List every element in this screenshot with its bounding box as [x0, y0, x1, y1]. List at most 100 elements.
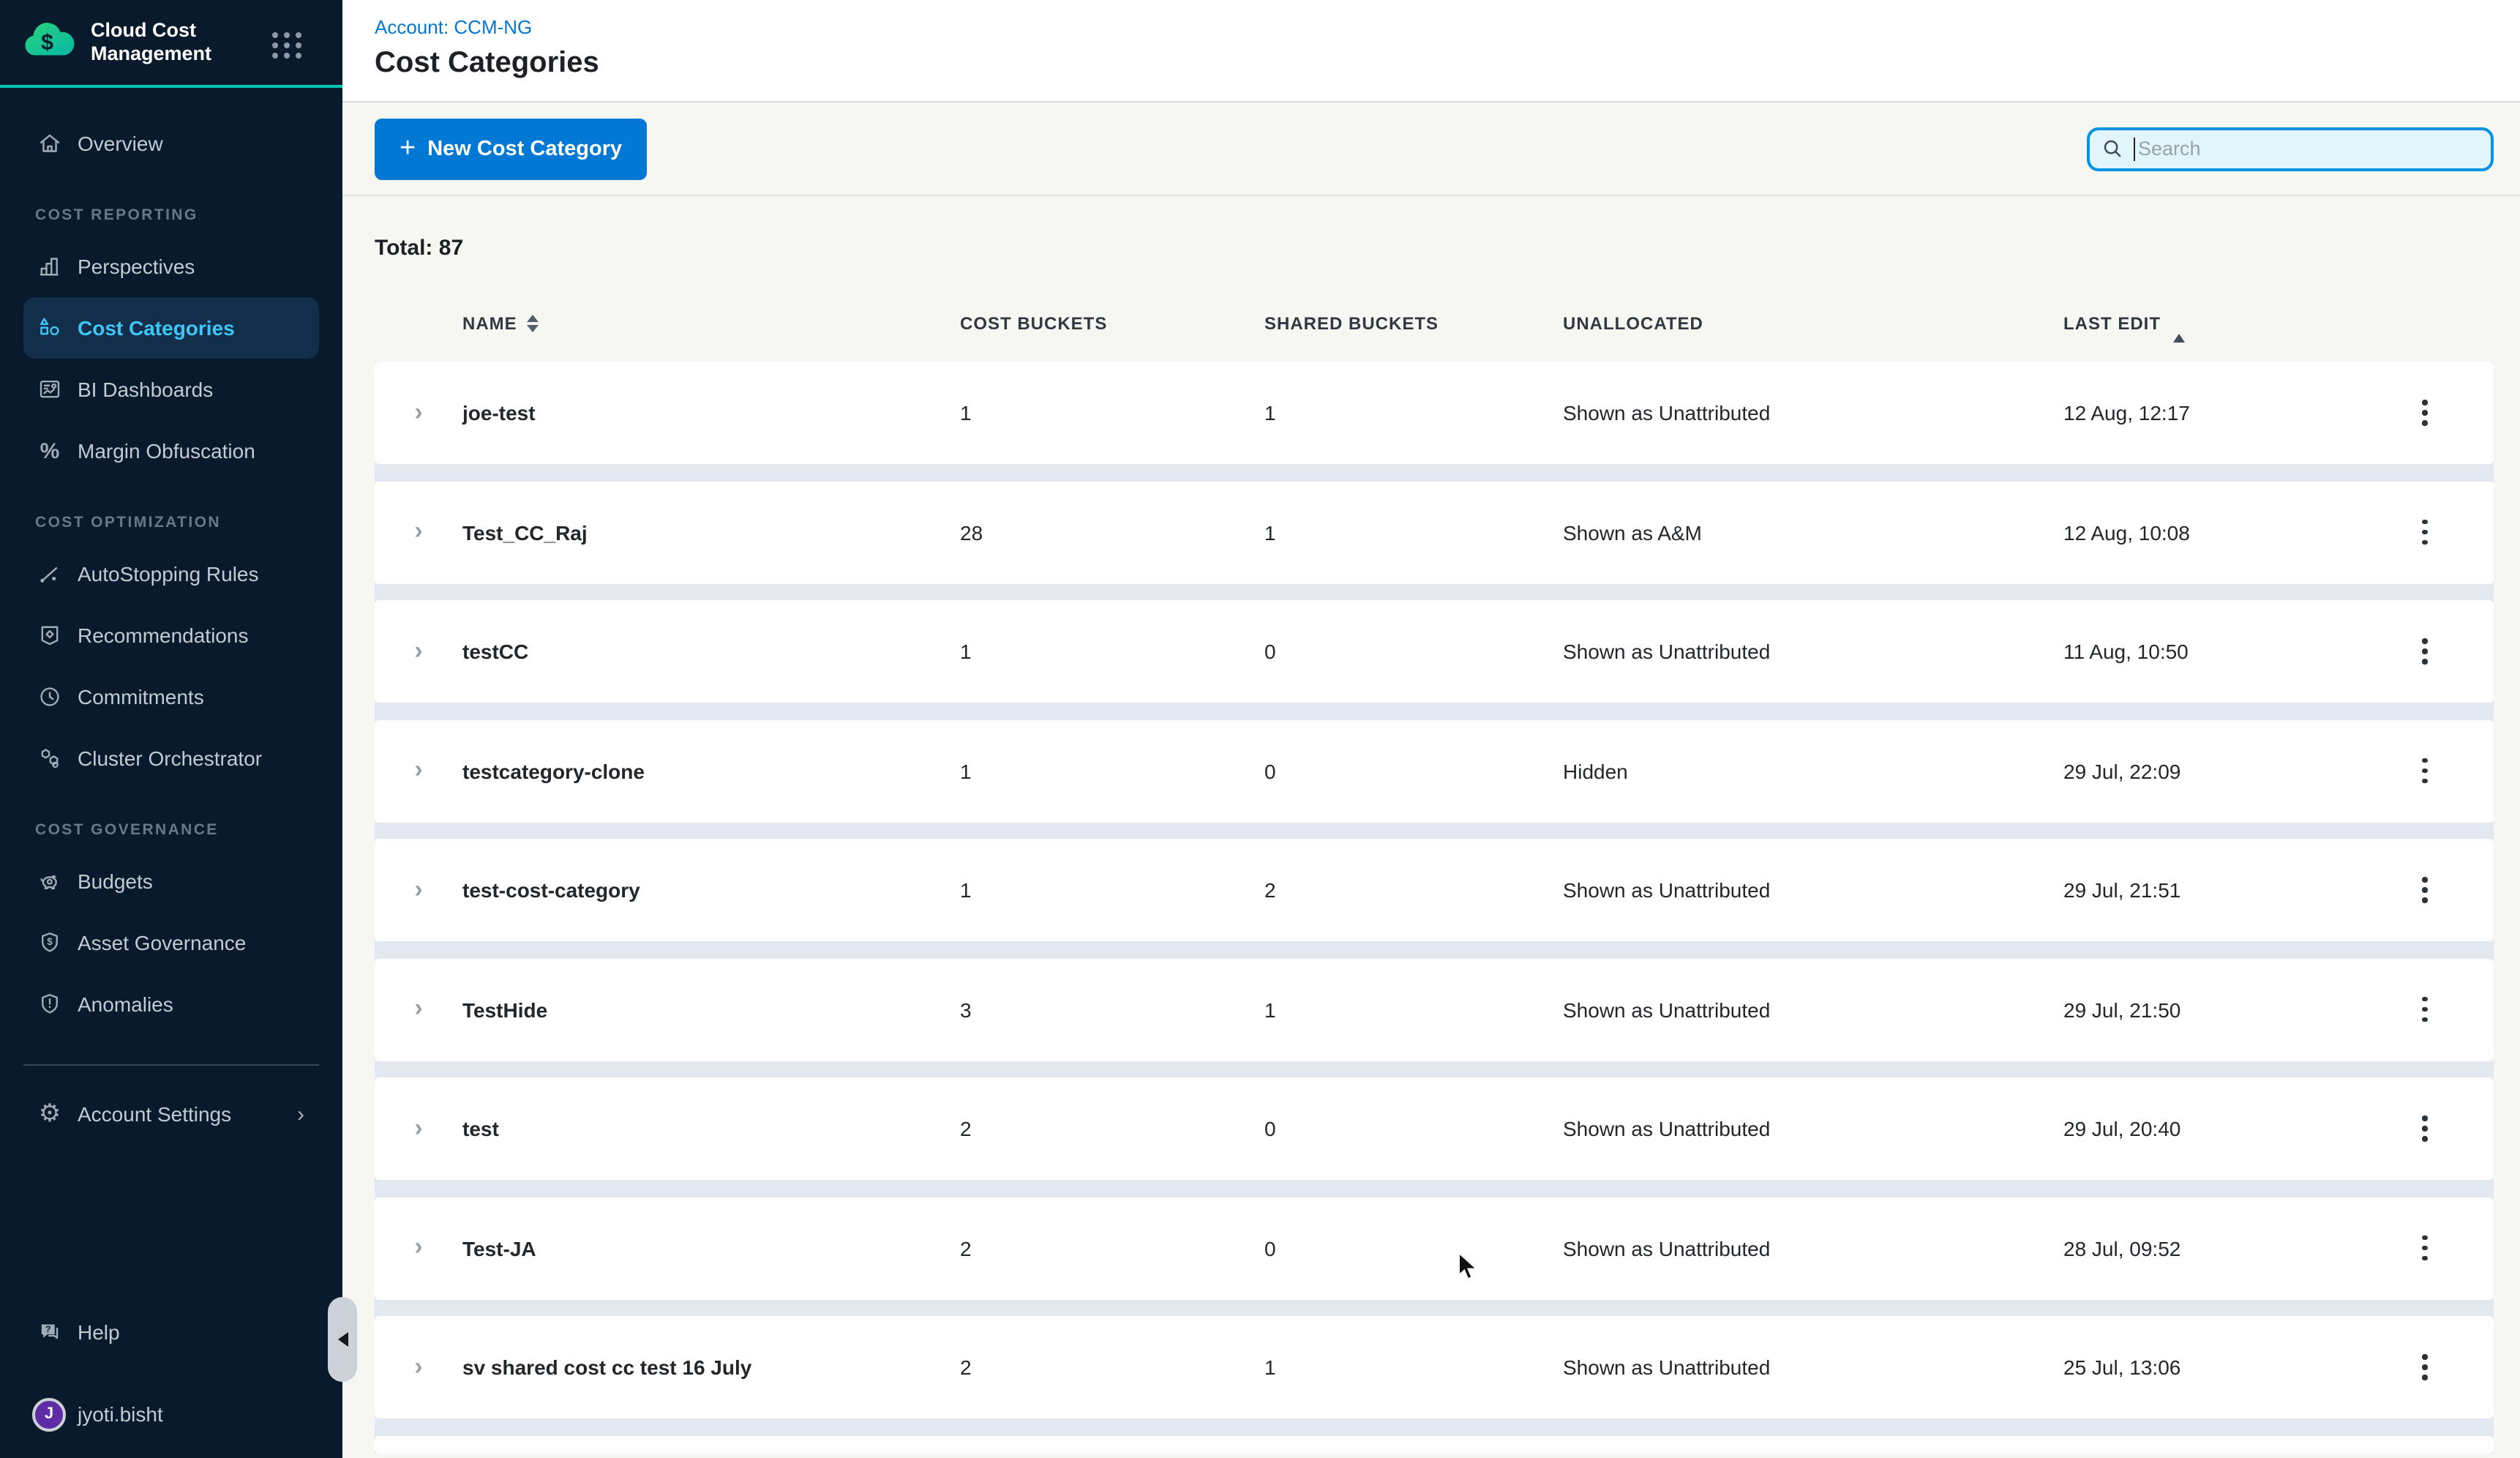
sidebar-item-overview[interactable]: Overview — [23, 113, 319, 174]
expand-chevron-icon[interactable]: › — [414, 1115, 422, 1140]
row-shared-buckets: 2 — [1264, 878, 1563, 902]
main-content: Account: CCM-NG Cost Categories + New Co… — [342, 0, 2520, 1458]
row-cost-buckets: 1 — [960, 878, 1264, 902]
kebab-menu-icon[interactable] — [2414, 869, 2437, 912]
sidebar-item-autostopping-rules[interactable]: AutoStopping Rules — [23, 543, 319, 605]
table-row[interactable]: › testcategory-clone 1 0 Hidden 29 Jul, … — [375, 719, 2494, 822]
table-row[interactable]: › TestHide 3 1 Shown as Unattributed 29 … — [375, 958, 2494, 1061]
column-header-last-edit[interactable]: LAST EDIT — [2063, 313, 2356, 334]
table-row[interactable]: › joe-test 1 1 Shown as Unattributed 12 … — [375, 362, 2494, 464]
chevron-right-icon: › — [297, 1102, 319, 1126]
table-row[interactable]: › sv shared cost cc test 16 July 2 1 Sho… — [375, 1316, 2494, 1418]
sidebar-section-heading: COST REPORTING — [0, 174, 342, 236]
expand-chevron-icon[interactable]: › — [414, 399, 422, 424]
sidebar-item-bi-dashboards[interactable]: BI Dashboards — [23, 359, 319, 420]
sidebar-divider — [23, 1064, 319, 1066]
row-unallocated: Shown as A&M — [1563, 520, 2063, 544]
sidebar-item-commitments[interactable]: Commitments — [23, 666, 319, 728]
clock-icon — [35, 682, 64, 711]
collapse-left-icon — [337, 1332, 348, 1347]
row-cost-buckets: 28 — [960, 520, 1264, 544]
row-last-edit: 29 Jul, 21:50 — [2063, 998, 2356, 1021]
search-input[interactable] — [2138, 138, 2479, 160]
kebab-menu-icon[interactable] — [2414, 511, 2437, 554]
kebab-menu-icon[interactable] — [2414, 988, 2437, 1031]
row-name: sv shared cost cc test 16 July — [462, 1356, 960, 1379]
cluster-icon — [35, 744, 64, 773]
shield-dollar-icon: $ — [35, 928, 64, 957]
expand-chevron-icon[interactable]: › — [414, 876, 422, 901]
table-row[interactable]: › test-cost-category 1 2 Shown as Unattr… — [375, 839, 2494, 941]
new-cost-category-button[interactable]: + New Cost Category — [375, 118, 647, 179]
kebab-menu-icon[interactable] — [2414, 1346, 2437, 1389]
text-caret — [2134, 137, 2135, 160]
table-row-partial[interactable] — [375, 1435, 2494, 1454]
sidebar-item-asset-governance[interactable]: $ Asset Governance — [23, 912, 319, 973]
sidebar-item-cluster-orchestrator[interactable]: Cluster Orchestrator — [23, 728, 319, 789]
expand-chevron-icon[interactable]: › — [414, 638, 422, 662]
kebab-menu-icon[interactable] — [2414, 630, 2437, 673]
user-name: jyoti.bisht — [78, 1402, 163, 1426]
expand-chevron-icon[interactable]: › — [414, 518, 422, 543]
row-name: Test-JA — [462, 1236, 960, 1260]
row-unallocated: Shown as Unattributed — [1563, 1356, 2063, 1379]
row-unallocated: Hidden — [1563, 759, 2063, 782]
row-cost-buckets: 2 — [960, 1356, 1264, 1379]
sidebar-nav: Overview COST REPORTING Perspectives Cos… — [0, 113, 342, 1035]
row-name: testCC — [462, 640, 960, 663]
row-cost-buckets: 1 — [960, 401, 1264, 425]
sidebar-item-recommendations[interactable]: Recommendations — [23, 605, 319, 666]
sidebar-item-cost-categories[interactable]: Cost Categories — [23, 297, 319, 359]
sidebar: $ Cloud Cost Management Overview COST RE… — [0, 0, 342, 1458]
total-count: Total: 87 — [375, 236, 2520, 261]
kebab-menu-icon[interactable] — [2414, 1107, 2437, 1151]
row-shared-buckets: 1 — [1264, 520, 1563, 544]
row-name: testcategory-clone — [462, 759, 960, 782]
user-menu[interactable]: J jyoti.bisht — [23, 1383, 319, 1445]
sidebar-item-margin-obfuscation[interactable]: % Margin Obfuscation — [23, 420, 319, 482]
sidebar-item-budgets[interactable]: Budgets — [23, 850, 319, 912]
avatar: J — [32, 1397, 66, 1431]
column-header-shared-buckets[interactable]: SHARED BUCKETS — [1264, 313, 1563, 334]
table-row[interactable]: › Test_CC_Raj 28 1 Shown as A&M 12 Aug, … — [375, 481, 2494, 583]
column-header-cost-buckets[interactable]: COST BUCKETS — [960, 313, 1264, 334]
svg-text:?: ? — [45, 1323, 51, 1334]
row-shared-buckets: 1 — [1264, 998, 1563, 1021]
sidebar-item-help[interactable]: ? Help — [23, 1301, 319, 1363]
row-name: joe-test — [462, 401, 960, 425]
kebab-menu-icon[interactable] — [2414, 392, 2437, 435]
sidebar-item-label: Cost Categories — [78, 316, 235, 340]
sidebar-item-label: AutoStopping Rules — [78, 562, 259, 586]
app-logo: $ Cloud Cost Management — [0, 0, 342, 88]
row-shared-buckets: 1 — [1264, 401, 1563, 425]
sidebar-item-label: Budgets — [78, 870, 153, 893]
expand-chevron-icon[interactable]: › — [414, 1353, 422, 1378]
expand-chevron-icon[interactable]: › — [414, 995, 422, 1020]
row-unallocated: Shown as Unattributed — [1563, 998, 2063, 1021]
column-header-unallocated[interactable]: UNALLOCATED — [1563, 313, 2063, 334]
sidebar-item-label: Margin Obfuscation — [78, 439, 255, 463]
column-header-name[interactable]: NAME — [462, 313, 960, 334]
table-row[interactable]: › testCC 1 0 Shown as Unattributed 11 Au… — [375, 600, 2494, 703]
percent-icon: % — [35, 436, 64, 466]
app-window: $ Cloud Cost Management Overview COST RE… — [0, 0, 2520, 1458]
breadcrumb[interactable]: Account: CCM-NG — [375, 16, 2520, 38]
search-box — [2087, 127, 2494, 171]
row-last-edit: 12 Aug, 12:17 — [2063, 401, 2356, 425]
bar-chart-icon — [35, 252, 64, 281]
sidebar-item-perspectives[interactable]: Perspectives — [23, 236, 319, 297]
sidebar-item-anomalies[interactable]: Anomalies — [23, 973, 319, 1035]
expand-chevron-icon[interactable]: › — [414, 1234, 422, 1259]
expand-chevron-icon[interactable]: › — [414, 757, 422, 782]
app-switcher-grid-icon[interactable] — [272, 32, 303, 59]
table-body: › joe-test 1 1 Shown as Unattributed 12 … — [375, 362, 2494, 1454]
table-row[interactable]: › test 2 0 Shown as Unattributed 29 Jul,… — [375, 1077, 2494, 1180]
sidebar-item-account-settings[interactable]: ⚙ Account Settings › — [23, 1083, 319, 1145]
recommendation-icon — [35, 621, 64, 650]
page-header: Account: CCM-NG Cost Categories — [342, 0, 2520, 102]
kebab-menu-icon[interactable] — [2414, 1227, 2437, 1270]
row-unallocated: Shown as Unattributed — [1563, 1236, 2063, 1260]
table-row[interactable]: › Test-JA 2 0 Shown as Unattributed 28 J… — [375, 1197, 2494, 1299]
sidebar-collapse-handle[interactable] — [328, 1297, 357, 1382]
kebab-menu-icon[interactable] — [2414, 749, 2437, 793]
